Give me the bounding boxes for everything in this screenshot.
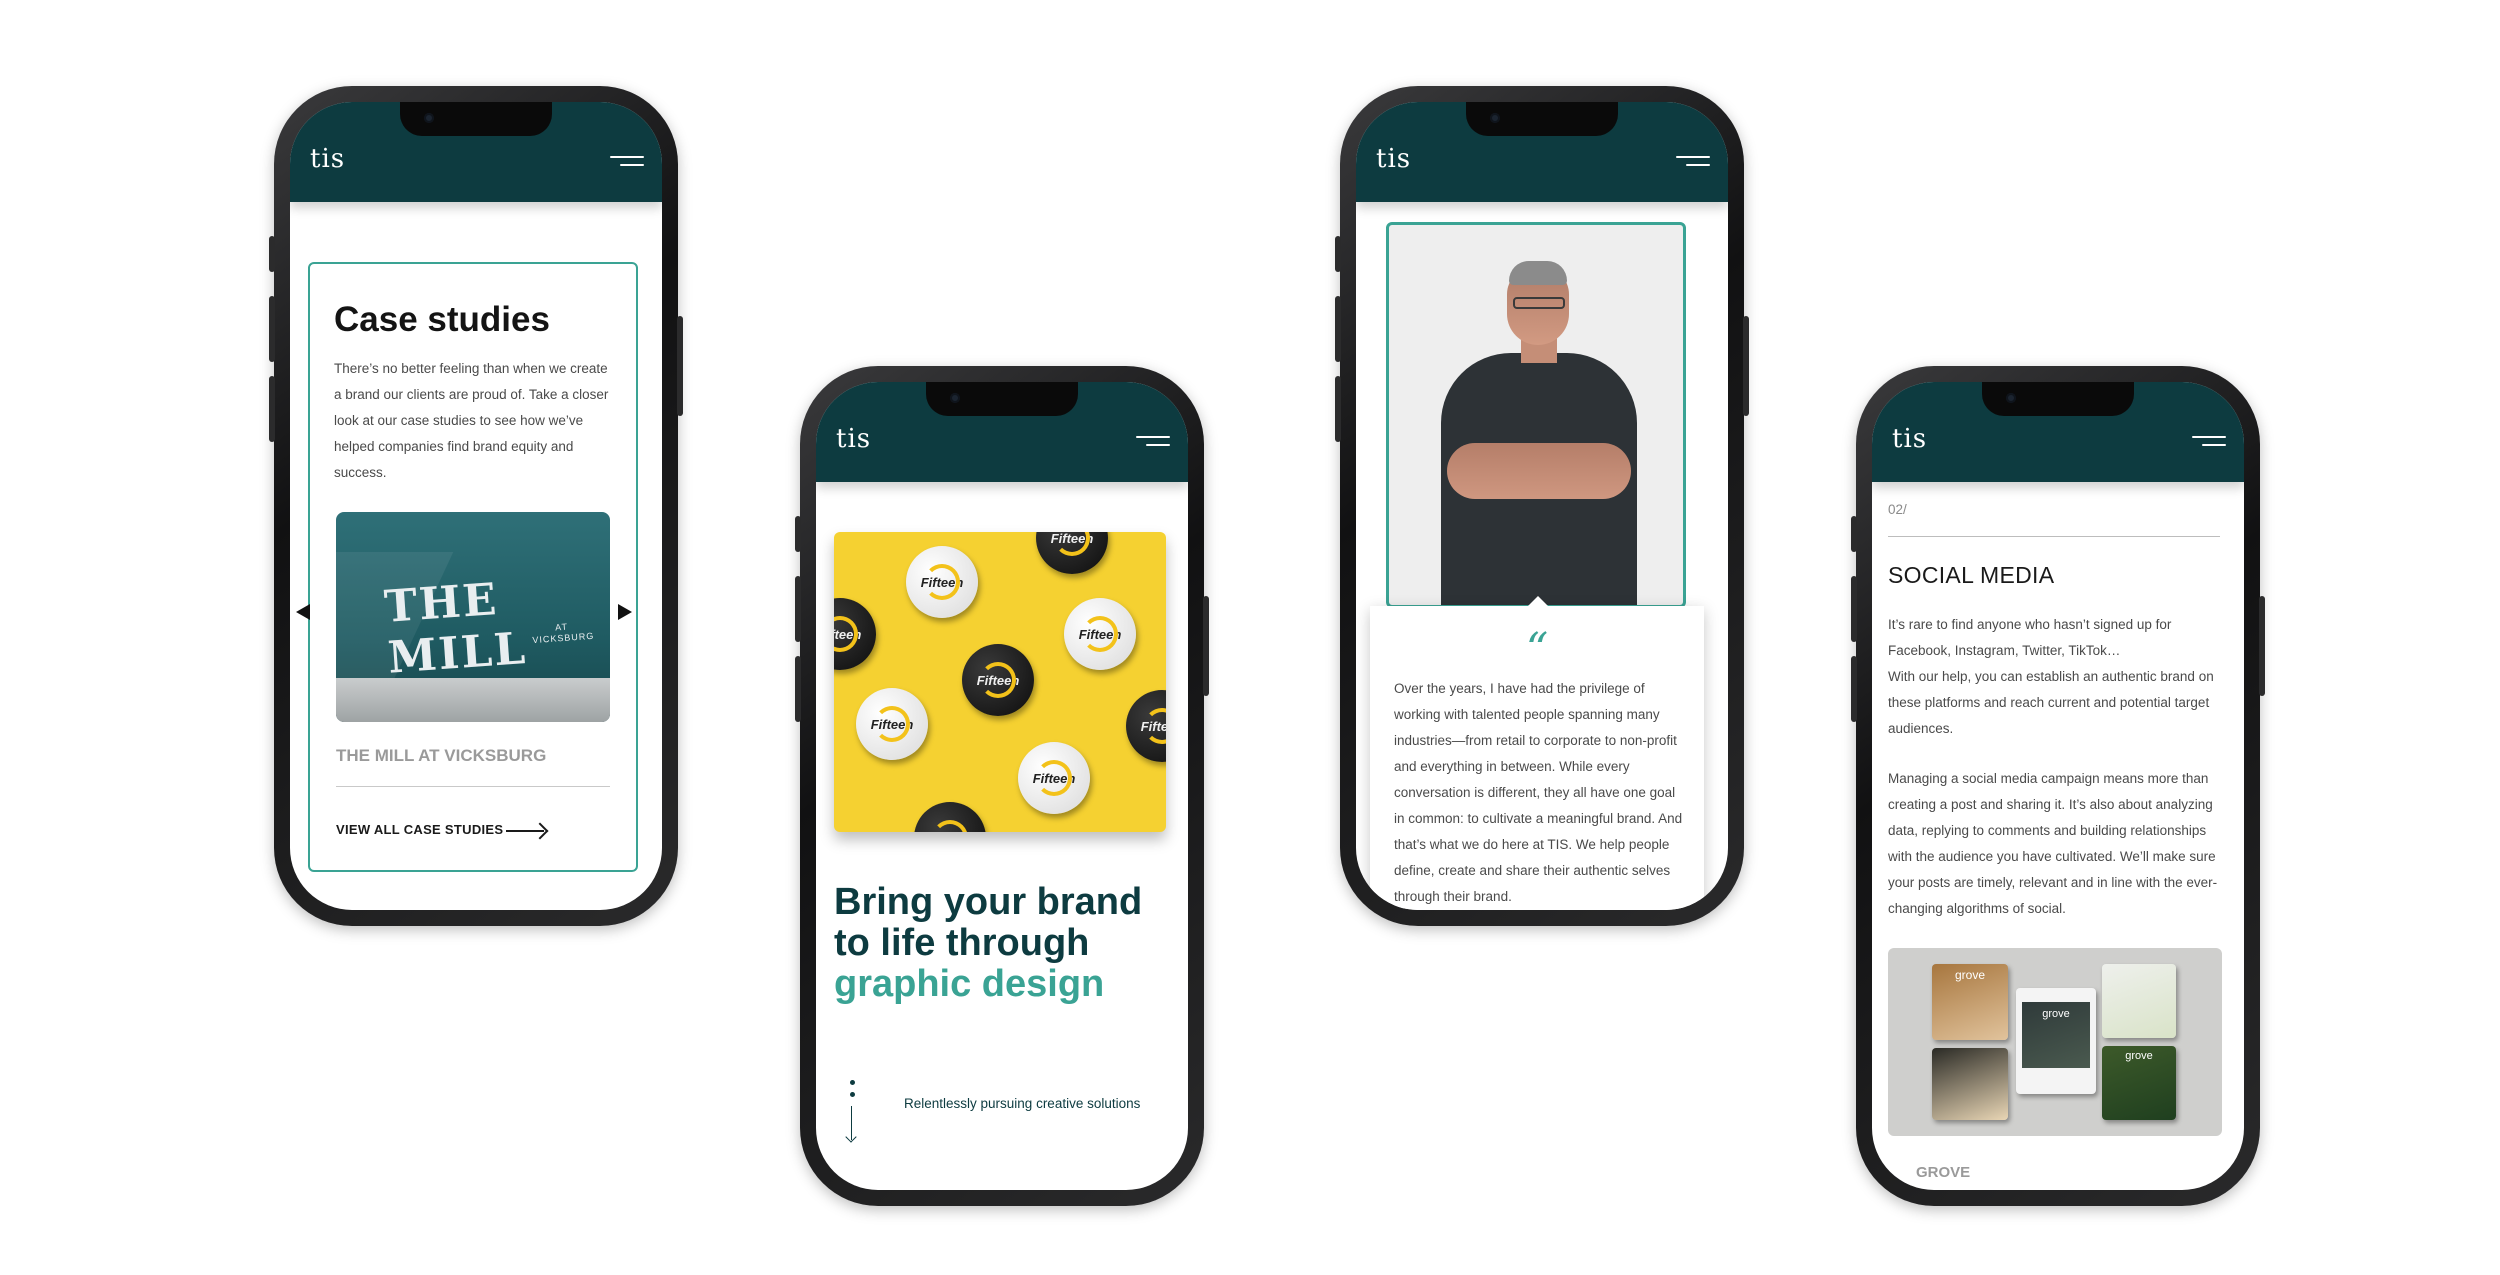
long-arrow-right-icon[interactable] — [506, 830, 544, 832]
camera-icon — [424, 113, 434, 123]
page-content: Case studies There’s no better feeling t… — [290, 202, 662, 910]
grove-social-image[interactable]: grove grove grove — [1888, 948, 2222, 1136]
hamburger-menu-icon[interactable] — [1136, 436, 1170, 448]
phone-notch — [400, 102, 552, 136]
case-study-caption[interactable]: THE MILL AT VICKSBURG — [336, 746, 546, 766]
tis-logo[interactable]: tis — [1376, 144, 1411, 174]
page-content: 02/ SOCIAL MEDIA It’s rare to find anyon… — [1872, 482, 2244, 1190]
phone-side-button — [1851, 516, 1857, 552]
phone-screen: tis “ Over the years, I have had the pri… — [1356, 102, 1728, 910]
hero-line-2: to life through — [834, 922, 1090, 964]
camera-icon — [1490, 113, 1500, 123]
phone-volume-down-button — [1335, 376, 1341, 442]
black-pin-badge: Fifteen — [914, 802, 986, 832]
tagline: Relentlessly pursuing creative solutions — [904, 1096, 1141, 1111]
social-tile — [2102, 964, 2176, 1038]
divider — [336, 786, 610, 787]
phone-side-button — [795, 516, 801, 552]
black-pin-badge: Fifteen — [962, 644, 1034, 716]
phone-power-button — [2259, 596, 2265, 696]
black-pin-badge: Fifteen — [834, 598, 876, 670]
case-study-image[interactable]: THE MILL AT VICKSBURG — [336, 512, 610, 722]
phone-screen: tis 02/ SOCIAL MEDIA It’s rare to find a… — [1872, 382, 2244, 1190]
phone-side-button — [1335, 236, 1341, 272]
phone-mockup-about: tis “ Over the years, I have had the pri… — [1335, 86, 1749, 926]
hero-accent-line: graphic design — [834, 963, 1105, 1005]
page-content: Fifteen Fifteen Fifteen Fifteen Fifteen … — [816, 482, 1188, 1190]
phone-screen: tis Case studies There’s no better feeli… — [290, 102, 662, 910]
white-pin-badge: Fifteen — [906, 546, 978, 618]
tis-logo[interactable]: tis — [1892, 424, 1927, 454]
section-paragraph-2: Managing a social media campaign means m… — [1888, 771, 2218, 916]
phone-mockup-case-studies: tis Case studies There’s no better feeli… — [269, 86, 683, 926]
phone-screen: tis Fifteen Fifteen Fifteen Fifteen Fift… — [816, 382, 1188, 1190]
phone-volume-down-button — [269, 376, 275, 442]
phone-power-button — [1203, 596, 1209, 696]
black-pin-badge: Fifteen — [1036, 532, 1108, 574]
scroll-down-icon[interactable] — [851, 1106, 852, 1140]
hamburger-menu-icon[interactable] — [1676, 156, 1710, 168]
camera-icon — [950, 393, 960, 403]
phone-side-button — [269, 236, 275, 272]
social-tile — [1932, 1048, 2008, 1120]
phone-mockup-home: tis Fifteen Fifteen Fifteen Fifteen Fift… — [795, 366, 1209, 1206]
quote-icon: “ — [1525, 624, 1549, 675]
project-caption[interactable]: GROVE — [1916, 1164, 1970, 1181]
quote-text: Over the years, I have had the privilege… — [1394, 681, 1683, 904]
fifteen-buttons-image: Fifteen Fifteen Fifteen Fifteen Fifteen … — [834, 532, 1166, 832]
chevron-left-icon[interactable] — [296, 604, 310, 620]
tis-logo[interactable]: tis — [836, 424, 871, 454]
social-tile: grove — [2102, 1046, 2176, 1120]
social-phone-tile: grove — [2016, 988, 2096, 1094]
tis-logo[interactable]: tis — [310, 144, 345, 174]
mill-logo-sub: AT VICKSBURG — [532, 621, 595, 646]
case-studies-card: Case studies There’s no better feeling t… — [296, 262, 638, 872]
hamburger-menu-icon[interactable] — [610, 156, 644, 168]
camera-icon — [2006, 393, 2016, 403]
divider — [1888, 536, 2220, 537]
phone-volume-up-button — [795, 576, 801, 642]
founder-portrait — [1386, 222, 1686, 608]
hero-line-1: Bring your brand — [834, 881, 1143, 923]
view-all-case-studies-link[interactable]: VIEW ALL CASE STUDIES — [336, 822, 503, 837]
white-pin-badge: Fifteen — [1018, 742, 1090, 814]
page-content: “ Over the years, I have had the privile… — [1356, 202, 1728, 910]
white-pin-badge: Fifteen — [856, 688, 928, 760]
intro-text: There’s no better feeling than when we c… — [334, 361, 609, 480]
testimonial-card: “ Over the years, I have had the privile… — [1370, 596, 1704, 910]
phone-notch — [926, 382, 1078, 416]
phone-power-button — [677, 316, 683, 416]
phone-volume-up-button — [1851, 576, 1857, 642]
phone-notch — [1466, 102, 1618, 136]
phone-notch — [1982, 382, 2134, 416]
hamburger-menu-icon[interactable] — [2192, 436, 2226, 448]
phone-volume-up-button — [1335, 296, 1341, 362]
phone-volume-down-button — [1851, 656, 1857, 722]
section-number: 02/ — [1888, 502, 1907, 517]
phone-volume-up-button — [269, 296, 275, 362]
social-tile: grove — [1932, 964, 2008, 1040]
page-title: Case studies — [334, 300, 550, 339]
phone-power-button — [1743, 316, 1749, 416]
black-pin-badge: Fifteen — [1126, 690, 1166, 762]
section-title: SOCIAL MEDIA — [1888, 562, 2055, 588]
white-pin-badge: Fifteen — [1064, 598, 1136, 670]
phone-volume-down-button — [795, 656, 801, 722]
phone-mockup-services: tis 02/ SOCIAL MEDIA It’s rare to find a… — [1851, 366, 2265, 1206]
section-paragraph-1: It’s rare to find anyone who hasn’t sign… — [1888, 617, 2214, 736]
hero-heading: Bring your brand to life through graphic… — [834, 882, 1142, 1005]
chevron-right-icon[interactable] — [618, 604, 632, 620]
